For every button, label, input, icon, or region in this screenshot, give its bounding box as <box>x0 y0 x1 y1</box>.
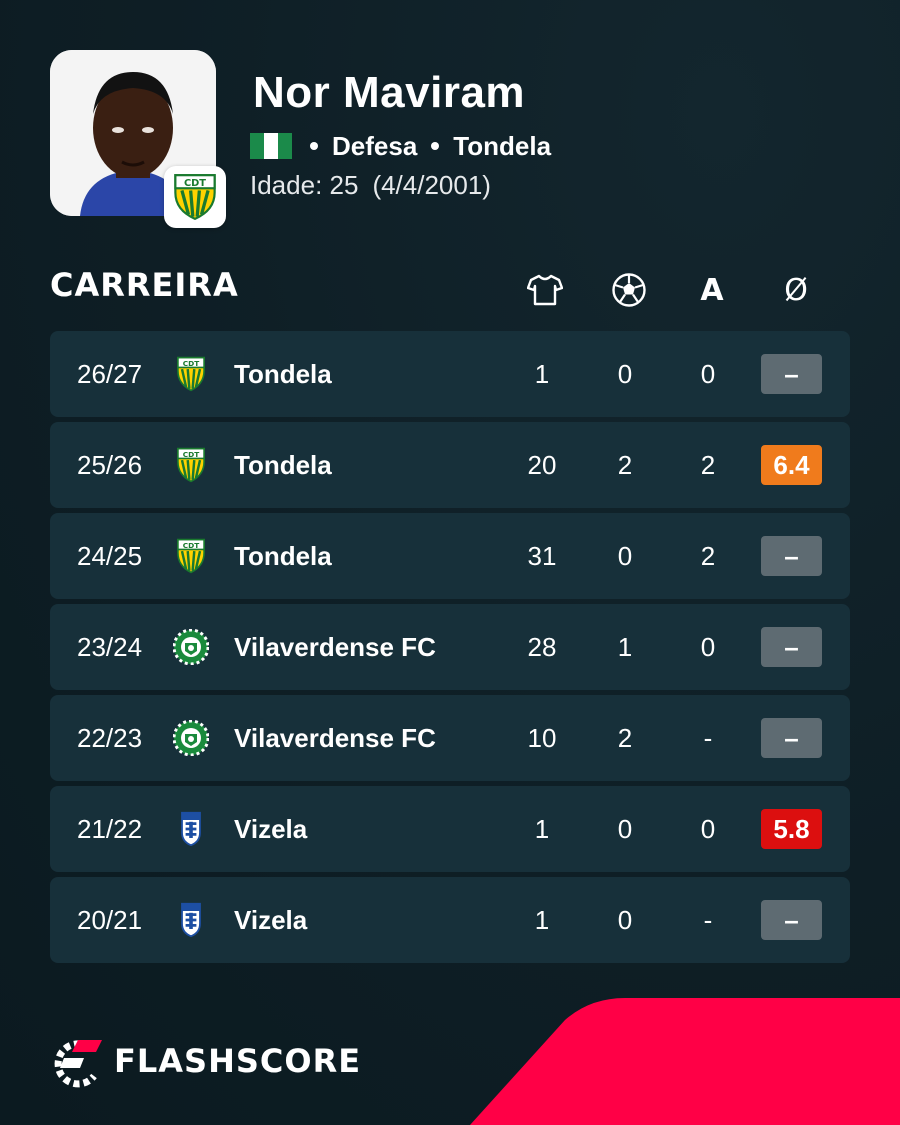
club-name: Vizela <box>234 814 308 844</box>
table-row: 20/21 Vizela 1 0 - – <box>50 877 850 963</box>
vilaverdense-crest-icon <box>172 719 210 757</box>
birthdate: (4/4/2001) <box>372 170 491 200</box>
player-name: Nor Maviram <box>253 68 526 117</box>
season: 24/25 <box>77 541 143 571</box>
vizela-crest-icon <box>173 811 209 847</box>
season: 22/23 <box>77 723 143 753</box>
table-row: 24/25 CDT Tondela 31 0 2 – <box>50 513 850 599</box>
current-club-badge: CDT <box>164 166 226 228</box>
season: 23/24 <box>77 632 143 662</box>
tondela-crest-icon: CDT <box>173 356 209 392</box>
assists: 0 <box>700 814 716 844</box>
rating-badge: – <box>761 536 822 576</box>
tondela-crest-icon: CDT <box>173 538 209 574</box>
nigeria-flag-icon <box>250 133 292 159</box>
separator-dot <box>431 142 440 150</box>
season: 25/26 <box>77 450 143 480</box>
table-row: 26/27 CDT Tondela 1 0 0 – <box>50 331 850 417</box>
flag-stripe-left <box>250 133 264 159</box>
season: 26/27 <box>77 359 143 389</box>
assists-column-header: A <box>700 272 724 308</box>
vilaverdense-crest-icon <box>172 628 210 666</box>
rating-badge: 5.8 <box>761 809 822 849</box>
season: 21/22 <box>77 814 143 844</box>
player-age: Idade: 25 (4/4/2001) <box>250 170 491 201</box>
appearances: 1 <box>534 359 550 389</box>
goals: 1 <box>617 632 633 662</box>
assists: 0 <box>700 632 716 662</box>
appearances: 31 <box>527 541 557 571</box>
club-name: Tondela <box>234 450 332 480</box>
rating-badge: – <box>761 354 822 394</box>
vizela-crest-icon <box>173 902 209 938</box>
club-name: Vilaverdense FC <box>234 723 436 753</box>
season: 20/21 <box>77 905 143 935</box>
svg-text:CDT: CDT <box>183 541 200 550</box>
rating-badge: – <box>761 900 822 940</box>
career-title: CARREIRA <box>50 266 239 304</box>
brand-accent-shape <box>470 998 900 1125</box>
career-table: 26/27 CDT Tondela 1 0 0 – 25/26 CDT Tond… <box>50 331 850 968</box>
assists: 0 <box>700 359 716 389</box>
club-name: Tondela <box>234 541 332 571</box>
assists: 2 <box>700 450 716 480</box>
appearances: 1 <box>534 814 550 844</box>
flag-stripe-middle <box>264 133 278 159</box>
assists: - <box>703 723 713 753</box>
goals: 2 <box>617 723 633 753</box>
assists: - <box>703 905 713 935</box>
player-header: CDT Nor Maviram Defesa Tondela Idade: 25… <box>50 50 850 230</box>
goals: 0 <box>617 359 633 389</box>
table-row: 23/24 Vilaverdense FC 28 1 0 – <box>50 604 850 690</box>
club-name: Vizela <box>234 905 308 935</box>
rating-badge: 6.4 <box>761 445 822 485</box>
appearances: 28 <box>527 632 557 662</box>
goals: 0 <box>617 905 633 935</box>
tondela-crest-icon: CDT <box>174 174 216 221</box>
tondela-crest-icon: CDT <box>173 447 209 483</box>
brand-name: FLASHSCORE <box>114 1042 362 1080</box>
club-name: Vilaverdense FC <box>234 632 436 662</box>
flag-stripe-right <box>278 133 292 159</box>
goals: 2 <box>617 450 633 480</box>
rating-column-header: Ø <box>784 272 808 308</box>
player-meta: Defesa Tondela <box>250 130 551 162</box>
appearances: 10 <box>527 723 557 753</box>
table-row: 25/26 CDT Tondela 20 2 2 6.4 <box>50 422 850 508</box>
goals: 0 <box>617 541 633 571</box>
svg-text:CDT: CDT <box>184 178 206 189</box>
rating-badge: – <box>761 627 822 667</box>
svg-text:CDT: CDT <box>183 359 200 368</box>
rating-badge: – <box>761 718 822 758</box>
ball-icon <box>609 270 649 310</box>
appearances: 1 <box>534 905 550 935</box>
goals: 0 <box>617 814 633 844</box>
svg-text:CDT: CDT <box>183 450 200 459</box>
table-row: 22/23 Vilaverdense FC 10 2 - – <box>50 695 850 781</box>
age-label: Idade: 25 <box>250 170 359 200</box>
appearances: 20 <box>527 450 557 480</box>
shirt-icon <box>525 270 565 310</box>
table-row: 21/22 Vizela 1 0 0 5.8 <box>50 786 850 872</box>
club-name: Tondela <box>234 359 332 389</box>
flashscore-logo-icon <box>54 1040 102 1088</box>
separator-dot <box>310 142 318 150</box>
player-team: Tondela <box>453 130 552 161</box>
player-position: Defesa <box>332 130 418 161</box>
assists: 2 <box>700 541 716 571</box>
